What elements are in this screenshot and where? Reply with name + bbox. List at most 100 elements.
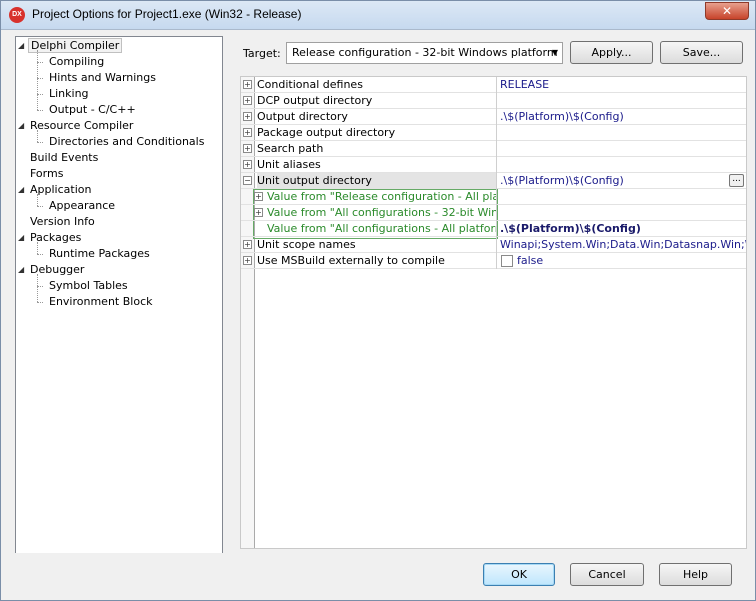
- tree-item[interactable]: Runtime Packages: [47, 246, 152, 262]
- grid-row-value: [498, 157, 746, 173]
- tree-item-label: Hints and Warnings: [49, 71, 156, 84]
- target-select[interactable]: Release configuration - 32-bit Windows p…: [286, 42, 563, 64]
- options-tree[interactable]: ◢ Delphi Compiler Compiling Hints and Warni…: [15, 36, 223, 554]
- apply-button[interactable]: Apply...: [570, 41, 653, 64]
- expand-plus-icon[interactable]: +: [254, 208, 263, 217]
- grid-row-value[interactable]: .\$(Platform)\$(Config): [498, 173, 746, 189]
- tree-connector: [37, 274, 38, 302]
- tree-connector: [37, 194, 38, 206]
- tree-item-label: Resource Compiler: [30, 119, 134, 132]
- tree-item-label: Forms: [30, 167, 64, 180]
- tree-item[interactable]: ◢ Resource Compiler: [18, 118, 135, 134]
- grid-row-value: [498, 93, 746, 109]
- grid-row-name: DCP output directory: [257, 93, 497, 109]
- tree-item[interactable]: Linking: [47, 86, 91, 102]
- grid-row[interactable]: + Search path: [241, 141, 746, 157]
- tree-item-label: Linking: [49, 87, 89, 100]
- tree-connector: [37, 110, 43, 111]
- target-label-text: Target:: [243, 47, 281, 60]
- grid-row-value: .\$(Platform)\$(Config): [500, 222, 641, 235]
- collapse-minus-icon[interactable]: −: [243, 176, 252, 185]
- grid-row-value: [498, 205, 746, 221]
- grid-row[interactable]: + Unit aliases: [241, 157, 746, 173]
- expand-plus-icon[interactable]: +: [243, 160, 252, 169]
- grid-row-value: Winapi;System.Win;Data.Win;Datasnap.Win;…: [500, 238, 746, 251]
- close-button[interactable]: ✕: [705, 2, 749, 20]
- tree-item[interactable]: Directories and Conditionals: [47, 134, 206, 150]
- save-button[interactable]: Save...: [660, 41, 743, 64]
- grid-row-name: Search path: [257, 141, 497, 157]
- expand-plus-icon[interactable]: +: [254, 192, 263, 201]
- grid-row[interactable]: + Use MSBuild externally to compile false: [241, 253, 746, 269]
- tree-item[interactable]: Version Info: [28, 214, 97, 230]
- help-button[interactable]: Help: [659, 563, 732, 586]
- grid-row-name: Value from "Release configuration - All …: [267, 189, 497, 205]
- expand-plus-icon[interactable]: +: [243, 80, 252, 89]
- tree-item-label: Environment Block: [49, 295, 153, 308]
- tree-connector: [37, 130, 38, 142]
- tree-connector: [37, 206, 43, 207]
- tree-expand-arrow-icon[interactable]: ◢: [18, 230, 28, 246]
- tree-expand-arrow-icon[interactable]: ◢: [18, 38, 28, 54]
- target-label: Target:: [243, 47, 281, 60]
- msbuild-checkbox[interactable]: [501, 255, 513, 267]
- expand-plus-icon[interactable]: +: [243, 144, 252, 153]
- expand-plus-icon[interactable]: +: [243, 112, 252, 121]
- tree-connector: [37, 242, 38, 254]
- tree-item[interactable]: Forms: [28, 166, 65, 182]
- grid-row[interactable]: − Unit output directory .\$(Platform)\$(Co…: [241, 173, 746, 189]
- tree-item-label: Delphi Compiler: [28, 38, 123, 53]
- tree-item-label: Build Events: [30, 151, 99, 164]
- tree-connector: [37, 50, 38, 110]
- grid-row-value: [498, 189, 746, 205]
- grid-row[interactable]: + DCP output directory: [241, 93, 746, 109]
- tree-item[interactable]: Environment Block: [47, 294, 155, 310]
- tree-item[interactable]: Appearance: [47, 198, 117, 214]
- grid-row[interactable]: + Output directory .\$(Platform)\$(Config): [241, 109, 746, 125]
- grid-row-name: Unit output directory: [257, 173, 497, 189]
- grid-row[interactable]: + Unit scope names Winapi;System.Win;Data.…: [241, 237, 746, 253]
- tree-item[interactable]: Build Events: [28, 150, 100, 166]
- tree-item[interactable]: ◢ Delphi Compiler: [18, 38, 123, 54]
- tree-item-label: Compiling: [49, 55, 105, 68]
- tree-item[interactable]: Hints and Warnings: [47, 70, 158, 86]
- window-title: Project Options for Project1.exe (Win32 …: [32, 7, 302, 21]
- grid-row[interactable]: + Conditional defines RELEASE: [241, 77, 746, 93]
- tree-item[interactable]: Output - C/C++: [47, 102, 138, 118]
- grid-row-name: Value from "All configurations - 32-bit …: [267, 205, 497, 221]
- grid-row[interactable]: + Value from "Release configuration - All…: [241, 189, 746, 205]
- grid-row-value: .\$(Platform)\$(Config): [500, 110, 624, 123]
- tree-item-label: Appearance: [49, 199, 116, 212]
- expand-plus-icon[interactable]: +: [243, 240, 252, 249]
- tree-item[interactable]: Compiling: [47, 54, 106, 70]
- expand-plus-icon[interactable]: +: [243, 96, 252, 105]
- grid-row-name: Output directory: [257, 109, 497, 125]
- tree-connector: [37, 142, 43, 143]
- tree-connector: [37, 302, 43, 303]
- ok-button[interactable]: OK: [483, 563, 555, 586]
- grid-row-name: Unit aliases: [257, 157, 497, 173]
- dialog-client: ◢ Delphi Compiler Compiling Hints and Warni…: [9, 31, 747, 594]
- tree-item[interactable]: Symbol Tables: [47, 278, 130, 294]
- grid-row-value: RELEASE: [500, 78, 550, 91]
- browse-ellipsis-button[interactable]: ...: [729, 174, 744, 187]
- dropdown-arrow-icon: ▼: [551, 48, 558, 57]
- grid-row-name: Use MSBuild externally to compile: [257, 253, 497, 269]
- tree-item-label: Runtime Packages: [49, 247, 150, 260]
- grid-row[interactable]: + Value from "All configurations - 32-bit…: [241, 205, 746, 221]
- tree-item-label: Version Info: [30, 215, 95, 228]
- title-bar[interactable]: DX Project Options for Project1.exe (Win…: [1, 1, 755, 30]
- cancel-button[interactable]: Cancel: [570, 563, 644, 586]
- expand-plus-icon[interactable]: +: [243, 128, 252, 137]
- tree-expand-arrow-icon[interactable]: ◢: [18, 262, 28, 278]
- expand-plus-icon[interactable]: +: [243, 256, 252, 265]
- tree-expand-arrow-icon[interactable]: ◢: [18, 182, 28, 198]
- tree-item-label: Symbol Tables: [49, 279, 128, 292]
- options-grid[interactable]: + Conditional defines RELEASE + DCP output d…: [240, 76, 747, 549]
- grid-row[interactable]: + Package output directory: [241, 125, 746, 141]
- grid-row[interactable]: Value from "All configurations - All pla…: [241, 221, 746, 237]
- grid-row-value: false: [517, 254, 544, 267]
- grid-row-name: Package output directory: [257, 125, 497, 141]
- tree-expand-arrow-icon[interactable]: ◢: [18, 118, 28, 134]
- grid-row-value: [498, 141, 746, 157]
